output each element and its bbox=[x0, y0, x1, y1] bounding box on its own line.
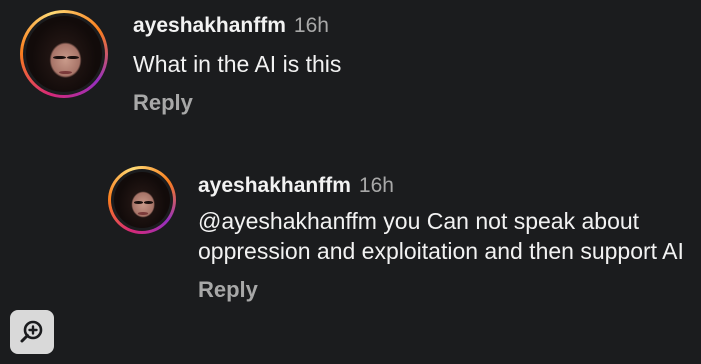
comment-body: ayeshakhanffm 16h @ayeshakhanffm you Can… bbox=[198, 166, 698, 303]
timestamp: 16h bbox=[358, 174, 394, 197]
comment-text: @ayeshakhanffm you Can not speak about o… bbox=[198, 208, 684, 264]
zoom-button[interactable] bbox=[10, 310, 54, 354]
username[interactable]: ayeshakhanffm bbox=[198, 174, 351, 198]
avatar-photo bbox=[26, 16, 102, 92]
username[interactable]: ayeshakhanffm bbox=[133, 14, 286, 38]
comment-body: ayeshakhanffm 16h What in the AI is this… bbox=[133, 10, 341, 116]
avatar-photo bbox=[114, 172, 170, 228]
avatar[interactable] bbox=[108, 166, 176, 234]
comment: ayeshakhanffm 16h What in the AI is this… bbox=[20, 10, 341, 116]
reply-button[interactable]: Reply bbox=[133, 90, 193, 116]
comment-meta: ayeshakhanffm 16h bbox=[198, 174, 698, 198]
comment-meta: ayeshakhanffm 16h bbox=[133, 14, 341, 38]
reply-button[interactable]: Reply bbox=[198, 277, 258, 303]
zoom-in-icon bbox=[20, 320, 43, 343]
comment-text: What in the AI is this bbox=[133, 51, 342, 77]
comments-thread: ayeshakhanffm 16h What in the AI is this… bbox=[0, 0, 701, 364]
avatar[interactable] bbox=[20, 10, 108, 98]
comment-reply: ayeshakhanffm 16h @ayeshakhanffm you Can… bbox=[108, 166, 698, 303]
timestamp: 16h bbox=[293, 14, 329, 37]
